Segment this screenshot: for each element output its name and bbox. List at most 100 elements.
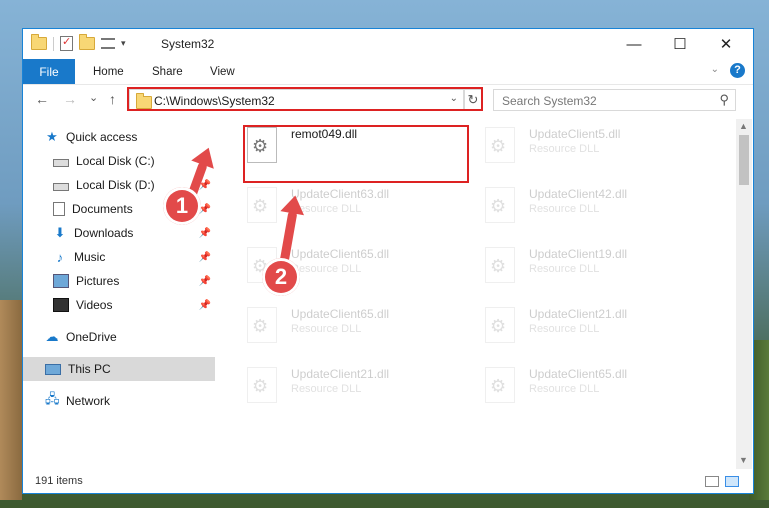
file-name: UpdateClient21.dll <box>291 367 390 381</box>
refresh-button[interactable]: ↻ <box>463 89 483 111</box>
scroll-up-icon[interactable]: ▲ <box>739 121 748 131</box>
large-icons-view-icon[interactable] <box>725 476 739 487</box>
sidebar-item-quick-access[interactable]: ★ Quick access <box>23 125 215 149</box>
scrollbar-thumb[interactable] <box>739 135 749 185</box>
pin-icon[interactable]: 📌 <box>199 252 211 263</box>
file-item[interactable]: ⚙ UpdateClient5.dll Resource DLL <box>457 119 677 171</box>
cloud-icon: ☁ <box>45 329 59 344</box>
drive-icon <box>53 182 69 191</box>
sidebar-item-pictures[interactable]: Pictures 📌 <box>23 269 215 293</box>
sidebar-item-label: Documents <box>72 202 133 216</box>
up-button[interactable]: ↑ <box>109 91 116 107</box>
file-item[interactable]: ⚙ UpdateClient42.dll Resource DLL <box>457 179 677 231</box>
music-icon: ♪ <box>56 249 64 265</box>
gear-icon: ⚙ <box>490 136 507 156</box>
tab-home[interactable]: Home <box>93 59 124 84</box>
pin-icon[interactable]: 📌 <box>199 276 211 287</box>
file-name: UpdateClient65.dll <box>291 247 390 261</box>
details-view-icon[interactable] <box>705 476 719 487</box>
pictures-icon <box>53 274 69 288</box>
file-type: Resource DLL <box>529 383 600 395</box>
window-title: System32 <box>161 37 215 51</box>
file-item[interactable]: ⚙ UpdateClient19.dll Resource DLL <box>457 239 677 291</box>
title-bar: ▾ System32 — ☐ ✕ <box>23 29 753 59</box>
forward-button[interactable]: → <box>63 91 77 107</box>
file-item[interactable]: ⚙ UpdateClient21.dll Resource DLL <box>457 299 677 351</box>
item-count: 191 items <box>35 475 83 487</box>
file-item[interactable]: ⚙ UpdateClient63.dll Resource DLL <box>219 179 439 231</box>
star-icon: ★ <box>46 129 58 144</box>
dll-file-icon: ⚙ <box>485 367 515 403</box>
sidebar-item-videos[interactable]: Videos 📌 <box>23 293 215 317</box>
gear-icon: ⚙ <box>252 136 269 156</box>
file-item[interactable]: ⚙ UpdateClient65.dll Resource DLL <box>219 299 439 351</box>
sidebar-item-label: Music <box>74 250 106 264</box>
dll-file-icon: ⚙ <box>247 127 277 163</box>
tab-view[interactable]: View <box>210 59 235 84</box>
dll-file-icon: ⚙ <box>485 187 515 223</box>
file-type: Resource DLL <box>529 263 600 275</box>
network-icon: 🖧 <box>45 391 60 406</box>
computer-icon <box>45 363 61 375</box>
scroll-down-icon[interactable]: ▼ <box>739 455 748 465</box>
search-icon: ⚲ <box>719 92 729 107</box>
desktop-rock-left <box>0 300 22 500</box>
sidebar-item-music[interactable]: ♪ Music 📌 <box>23 245 215 269</box>
customize-icon[interactable] <box>101 38 115 49</box>
tab-share[interactable]: Share <box>152 59 183 84</box>
dll-file-icon: ⚙ <box>485 307 515 343</box>
expand-ribbon-icon[interactable]: ⌄ <box>711 64 719 75</box>
close-button[interactable]: ✕ <box>703 29 749 59</box>
folder-icon[interactable] <box>31 34 47 50</box>
properties-icon[interactable] <box>60 35 73 51</box>
dll-file-icon: ⚙ <box>247 307 277 343</box>
help-icon[interactable]: ? <box>730 63 745 78</box>
file-item[interactable]: ⚙ UpdateClient65.dll Resource DLL <box>457 359 677 411</box>
back-button[interactable]: ← <box>35 91 49 107</box>
chevron-down-icon[interactable]: ⌄ <box>450 93 458 104</box>
dll-file-icon: ⚙ <box>247 367 277 403</box>
sidebar-item-label: OneDrive <box>66 330 117 344</box>
new-folder-icon[interactable] <box>79 34 95 50</box>
file-type: Resource DLL <box>291 383 362 395</box>
file-item[interactable]: ⚙ UpdateClient65.dll Resource DLL <box>219 239 439 291</box>
status-bar: 191 items <box>23 469 753 493</box>
pin-icon[interactable]: 📌 <box>199 228 211 239</box>
gear-icon: ⚙ <box>490 256 507 276</box>
sidebar-item-onedrive[interactable]: ☁ OneDrive <box>23 325 215 349</box>
chevron-down-icon[interactable]: ▾ <box>121 38 126 49</box>
sidebar-item-label: Network <box>66 394 111 408</box>
documents-icon <box>53 202 65 216</box>
sidebar-item-local-disk-c[interactable]: Local Disk (C:) 📌 <box>23 149 215 173</box>
videos-icon <box>53 298 69 312</box>
sidebar-item-network[interactable]: 🖧 Network <box>23 389 215 413</box>
navigation-bar: ← → ⌄ ↑ C:\Windows\System32 ⌄ ↻ Search S… <box>23 85 753 115</box>
minimize-button[interactable]: — <box>611 29 657 59</box>
file-name: remot049.dll <box>291 127 358 141</box>
file-type: Resource DLL <box>529 323 600 335</box>
sidebar-item-label: Videos <box>76 298 113 312</box>
gear-icon: ⚙ <box>252 376 269 396</box>
pin-icon[interactable]: 📌 <box>199 300 211 311</box>
file-name: UpdateClient42.dll <box>529 187 628 201</box>
file-item[interactable]: ⚙ UpdateClient21.dll Resource DLL <box>219 359 439 411</box>
tab-file[interactable]: File <box>23 59 75 84</box>
maximize-button[interactable]: ☐ <box>657 29 703 59</box>
file-type: Resource DLL <box>529 143 600 155</box>
address-text: C:\Windows\System32 <box>154 94 275 108</box>
annotation-marker-1: 1 <box>163 187 201 225</box>
sidebar-item-this-pc[interactable]: This PC <box>23 357 215 381</box>
sidebar-item-downloads[interactable]: ⬇ Downloads 📌 <box>23 221 215 245</box>
file-item-remot049[interactable]: ⚙ remot049.dll <box>219 119 439 171</box>
sidebar-item-label: Local Disk (C:) <box>76 154 155 168</box>
address-bar[interactable]: C:\Windows\System32 ⌄ <box>129 89 465 111</box>
file-explorer-window: ▾ System32 — ☐ ✕ File Home Share View ⌄ … <box>22 28 754 494</box>
dll-file-icon: ⚙ <box>247 187 277 223</box>
gear-icon: ⚙ <box>490 376 507 396</box>
search-input[interactable]: Search System32 ⚲ <box>493 89 736 111</box>
vertical-scrollbar[interactable]: ▲ ▼ <box>736 119 752 469</box>
file-name: UpdateClient21.dll <box>529 307 628 321</box>
recent-locations-button[interactable]: ⌄ <box>89 91 98 104</box>
toolbar-divider <box>53 36 54 51</box>
ribbon-tabs: File Home Share View ⌄ ? <box>23 59 753 85</box>
